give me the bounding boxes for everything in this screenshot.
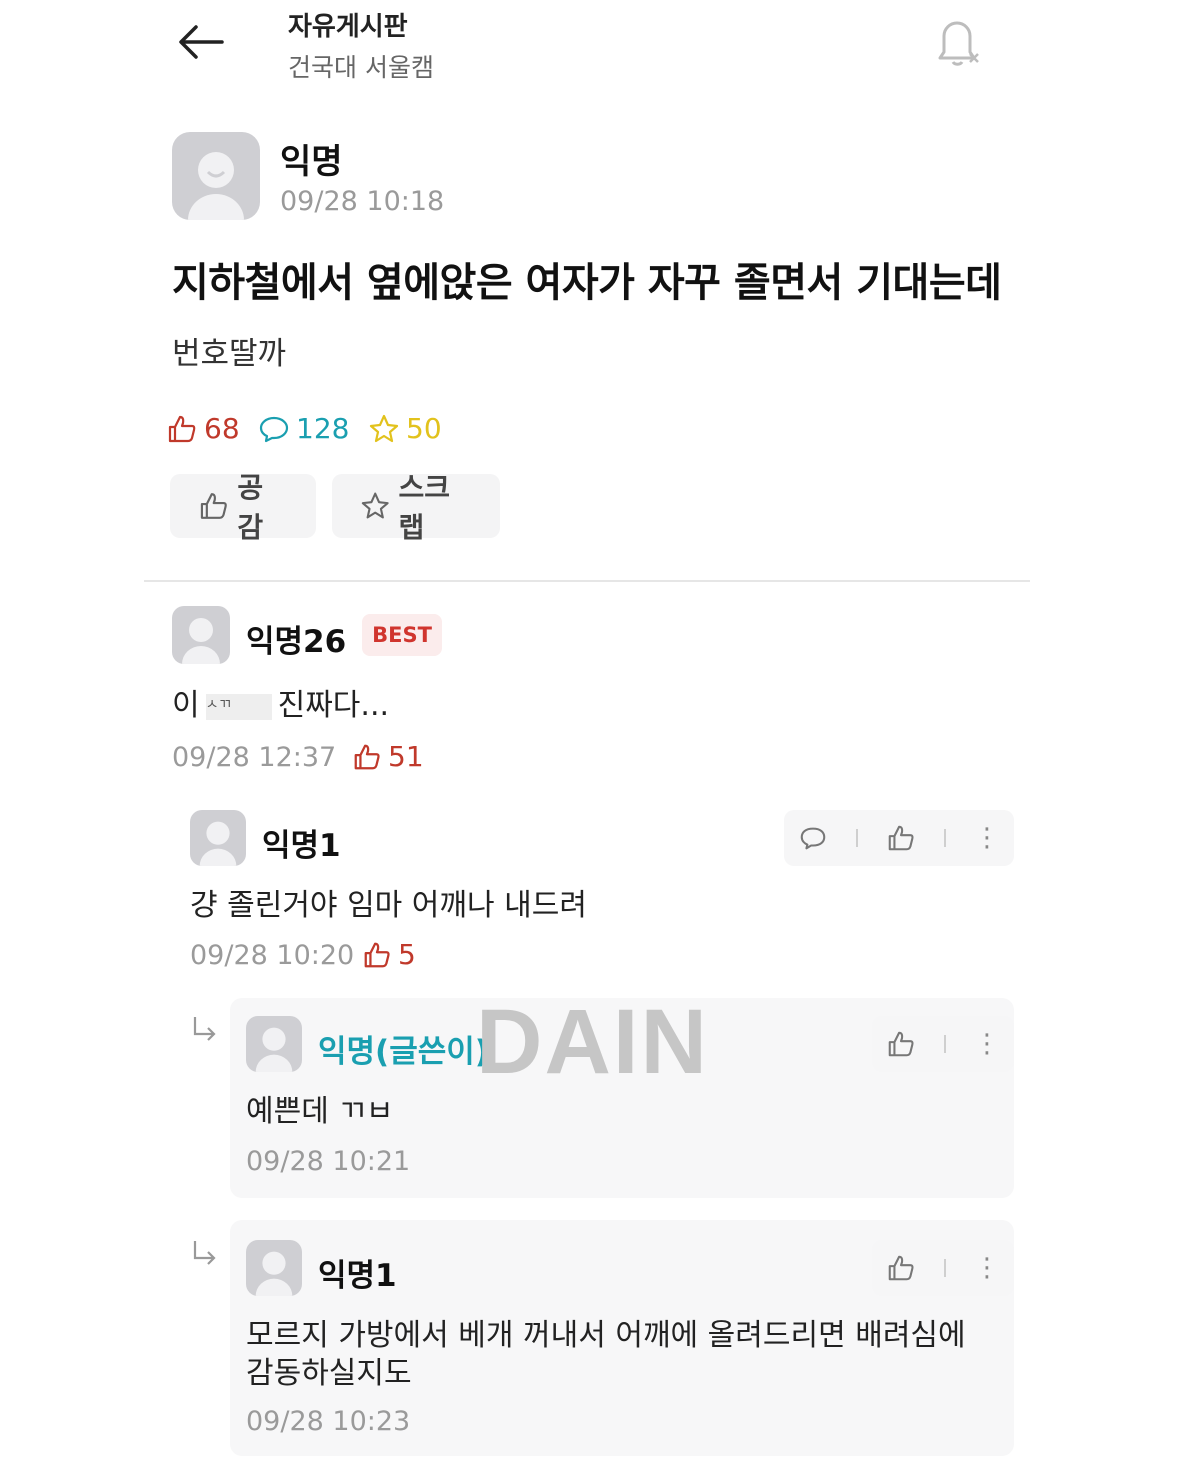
reply-arrow-icon [193, 1017, 216, 1041]
comment-like-count: 5 [362, 938, 416, 971]
scrap-count: 50 [406, 412, 442, 445]
reply-toolbar: ⋮ [872, 1016, 1014, 1072]
star-icon [369, 414, 399, 442]
board-subtitle: 건국대 서울캠 [288, 53, 434, 82]
comment-text: 걍 졸린거야 임마 어깨나 내드려 [190, 888, 587, 923]
toolbar-divider [944, 1035, 946, 1053]
toolbar-divider [944, 1259, 946, 1277]
comment-text: 이 ㅅㄲ 진짜다... [172, 680, 389, 724]
empathy-button[interactable]: 공감 [170, 471, 316, 544]
reply-timestamp: 09/28 10:21 [246, 1146, 411, 1177]
more-icon[interactable]: ⋮ [974, 1031, 1000, 1057]
avatar [172, 606, 230, 664]
comment-text-suffix: 진짜다... [277, 688, 390, 723]
thumbs-up-icon [364, 942, 390, 967]
censored-word: ㅅㄲ [205, 693, 272, 720]
post-scrap-count: 50 [368, 412, 442, 445]
bell-off-icon[interactable] [930, 14, 984, 70]
comment-like-count: 51 [352, 740, 424, 773]
toolbar-divider [856, 829, 858, 847]
empathy-label: 공감 [237, 471, 264, 544]
post-like-count: 68 [166, 412, 240, 445]
thumbs-up-icon[interactable] [886, 823, 916, 853]
thumbs-up-icon [354, 744, 380, 769]
comment-icon [259, 416, 289, 442]
comment-count: 128 [296, 412, 350, 445]
toolbar-divider [944, 829, 946, 847]
reply-icon[interactable] [798, 823, 828, 853]
best-badge: BEST [362, 614, 442, 656]
thumbs-up-icon [168, 415, 196, 442]
reply-text: 예쁜데 ㄲㅂ [246, 1094, 394, 1129]
reply-timestamp: 09/28 10:23 [246, 1406, 411, 1437]
star-icon [361, 492, 389, 519]
thumbs-up-icon [200, 493, 227, 519]
avatar [246, 1240, 302, 1296]
reply-author: 익명1 [318, 1258, 397, 1294]
board-title: 자유게시판 [288, 12, 408, 42]
avatar [190, 810, 246, 866]
arrow-left-icon[interactable] [178, 24, 224, 60]
divider [144, 580, 1030, 582]
comment-author: 익명1 [262, 828, 341, 864]
thumbs-up-icon[interactable] [886, 1029, 916, 1059]
scrap-button[interactable]: 스크랩 [332, 471, 500, 544]
comment-author: 익명26 [246, 624, 347, 660]
like-count: 68 [204, 412, 240, 445]
post-body: 번호딸까 [172, 336, 287, 372]
post-author: 익명 [280, 142, 343, 182]
scrap-label: 스크랩 [398, 471, 450, 544]
thumbs-up-icon[interactable] [886, 1253, 916, 1283]
comment-toolbar: ⋮ [784, 810, 1014, 866]
post-title: 지하철에서 옆에앉은 여자가 자꾸 졸면서 기대는데 [172, 260, 1002, 306]
avatar [172, 132, 260, 220]
more-icon[interactable]: ⋮ [974, 825, 1000, 851]
reply-author: 익명(글쓴이) [318, 1034, 489, 1070]
comment-text-prefix: 이 [172, 688, 200, 723]
more-icon[interactable]: ⋮ [974, 1255, 1000, 1281]
comment-timestamp: 09/28 12:37 [172, 742, 337, 773]
post-timestamp: 09/28 10:18 [280, 186, 445, 217]
reply-arrow-icon [193, 1241, 216, 1265]
comment-timestamp: 09/28 10:20 [190, 940, 355, 971]
post-comment-count: 128 [258, 412, 349, 445]
avatar [246, 1016, 302, 1072]
reply-toolbar: ⋮ [872, 1240, 1014, 1296]
watermark: DAIN [476, 991, 709, 1093]
reply-text-line2: 감동하실지도 [246, 1356, 412, 1391]
